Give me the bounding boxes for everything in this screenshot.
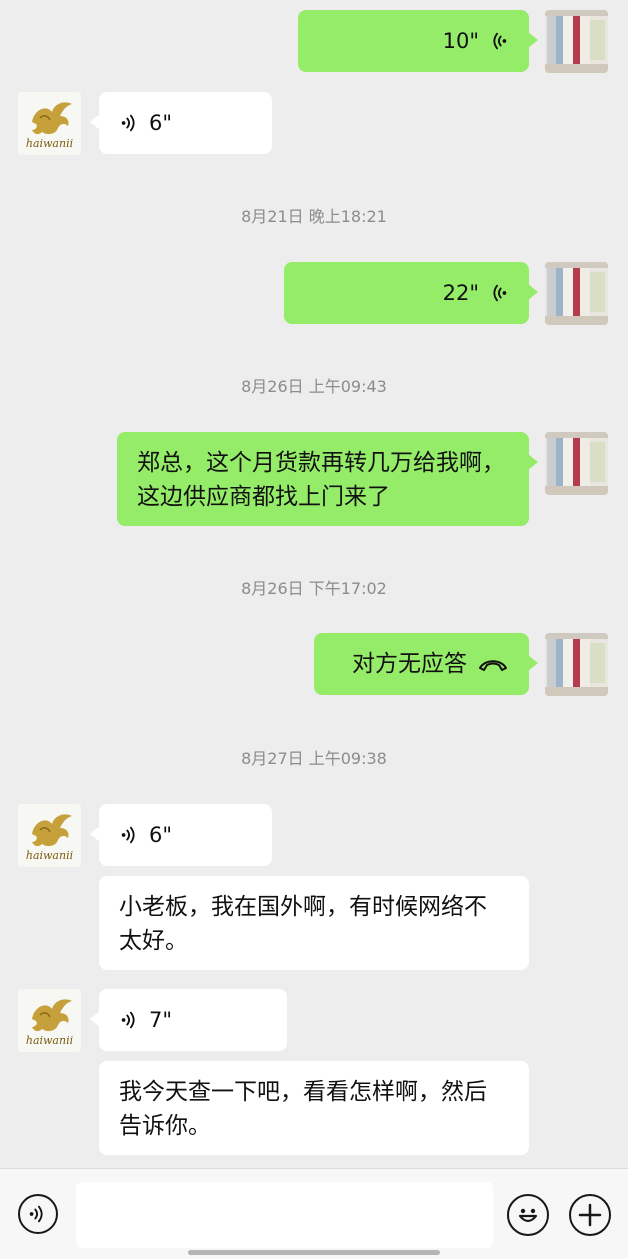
timestamp: 8月27日 上午09:38 — [241, 749, 387, 768]
voice-message[interactable]: 7" — [90, 989, 287, 1051]
voice-wave-icon — [119, 824, 141, 846]
voice-wave-icon — [119, 1009, 141, 1031]
timestamp: 8月26日 下午17:02 — [241, 579, 387, 598]
voice-message[interactable]: 6" — [90, 92, 272, 154]
self-avatar[interactable] — [545, 633, 608, 696]
plus-icon — [578, 1203, 602, 1227]
pegasus-logo-icon — [18, 989, 81, 1052]
call-record-message[interactable]: 对方无应答 — [314, 633, 538, 695]
voice-duration: 6" — [149, 111, 173, 135]
plus-button[interactable] — [569, 1194, 611, 1236]
curtain-photo-icon — [545, 10, 608, 73]
voice-message[interactable]: 22" — [284, 262, 538, 324]
text-message[interactable]: 郑总，这个月货款再转几万给我啊，这边供应商都找上门来了 — [117, 432, 538, 526]
curtain-photo-icon — [545, 432, 608, 495]
pegasus-logo-icon — [18, 92, 81, 155]
self-avatar[interactable] — [545, 262, 608, 325]
message-text: 我今天查一下吧，看看怎样啊，然后告诉你。 — [119, 1079, 487, 1139]
voice-message[interactable]: 6" — [90, 804, 272, 866]
voice-wave-icon — [487, 282, 509, 304]
contact-avatar[interactable] — [18, 989, 81, 1052]
voice-duration: 7" — [149, 1008, 173, 1032]
emoji-button[interactable] — [507, 1194, 549, 1236]
message-text: 郑总，这个月货款再转几万给我啊，这边供应商都找上门来了 — [137, 450, 505, 510]
message-input[interactable] — [76, 1182, 493, 1248]
home-indicator — [188, 1250, 440, 1255]
voice-message[interactable]: 10" — [298, 10, 538, 72]
text-message[interactable]: 我今天查一下吧，看看怎样啊，然后告诉你。 — [99, 1061, 529, 1155]
voice-toggle-button[interactable] — [18, 1194, 58, 1234]
voice-wave-icon — [119, 112, 141, 134]
message-text: 小老板，我在国外啊，有时候网络不太好。 — [119, 894, 487, 954]
contact-avatar[interactable] — [18, 92, 81, 155]
phone-handset-icon — [479, 660, 507, 671]
curtain-photo-icon — [545, 633, 608, 696]
self-avatar[interactable] — [545, 10, 608, 73]
pegasus-logo-icon — [18, 804, 81, 867]
timestamp: 8月26日 上午09:43 — [241, 377, 387, 396]
call-status: 对方无应答 — [352, 651, 467, 677]
self-avatar[interactable] — [545, 432, 608, 495]
voice-duration: 10" — [442, 29, 479, 53]
emoji-icon — [518, 1208, 538, 1223]
voice-duration: 6" — [149, 823, 173, 847]
chat-input-bar — [0, 1168, 628, 1259]
voice-wave-icon — [487, 30, 509, 52]
timestamp: 8月21日 晚上18:21 — [241, 207, 387, 226]
voice-toggle-icon — [27, 1203, 49, 1225]
contact-avatar[interactable] — [18, 804, 81, 867]
curtain-photo-icon — [545, 262, 608, 325]
text-message[interactable]: 小老板，我在国外啊，有时候网络不太好。 — [99, 876, 529, 970]
voice-duration: 22" — [442, 281, 479, 305]
